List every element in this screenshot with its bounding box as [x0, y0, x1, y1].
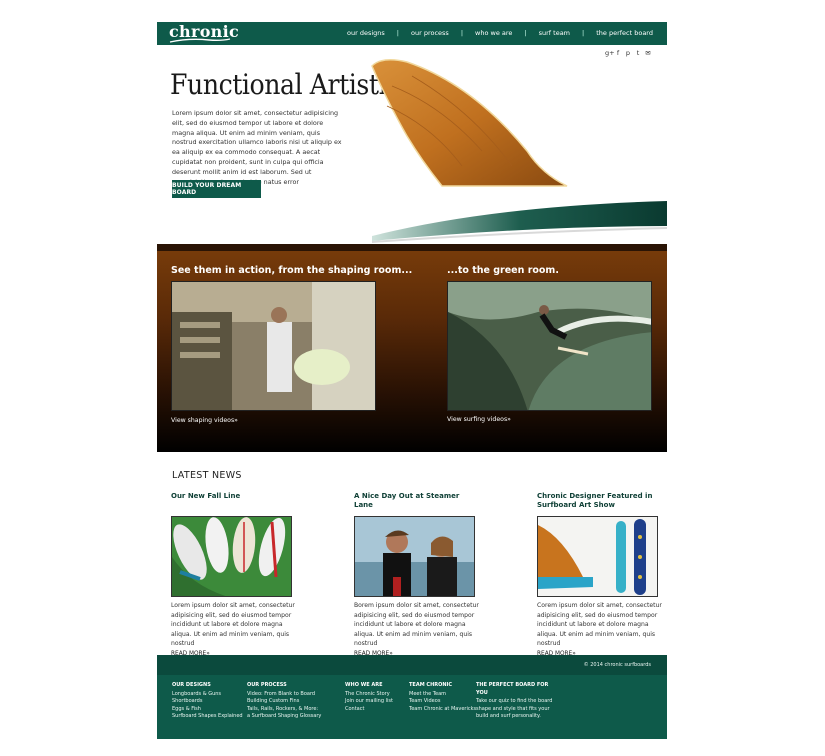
footer-heading: WHO WE ARE	[345, 682, 383, 688]
nav-separator: |	[524, 29, 527, 37]
footer-heading: THE PERFECT BOARD FOR YOU	[476, 682, 549, 696]
site-header: chronic our designs | our process | who …	[157, 22, 667, 45]
news-item: Chronic Designer Featured in Surfboard A…	[537, 492, 662, 657]
footer-link[interactable]: Longboards & Guns	[172, 691, 243, 699]
footer-link[interactable]: Team Chronic at Mavericks	[409, 706, 476, 714]
news-title[interactable]: A Nice Day Out at Steamer Lane	[354, 492, 476, 516]
footer-link[interactable]: Meet the Team	[409, 691, 476, 699]
shaping-room-video-thumbnail[interactable]	[171, 281, 376, 411]
footer-link[interactable]: Team Videos	[409, 698, 476, 706]
news-image[interactable]	[354, 516, 475, 597]
page: chronic our designs | our process | who …	[157, 22, 667, 739]
footer-link[interactable]: Building Custom Fins	[247, 698, 321, 706]
news-title[interactable]: Our New Fall Line	[171, 492, 293, 516]
footer-link[interactable]: The Chronic Story	[345, 691, 393, 699]
copyright-text: © 2014 chronic surfboards	[583, 662, 651, 668]
main-nav: our designs | our process | who we are |…	[347, 29, 653, 37]
shaping-room-heading: See them in action, from the shaping roo…	[171, 265, 413, 276]
footer-link[interactable]: Shortboards	[172, 698, 243, 706]
footer-heading: OUR DESIGNS	[172, 682, 211, 688]
footer-column-who-we-are: WHO WE ARE The Chronic Story Join our ma…	[345, 682, 393, 713]
hero-fin-image	[371, 59, 667, 246]
footer-link[interactable]: Contact	[345, 706, 393, 714]
footer-link[interactable]: Video: From Blank to Board	[247, 691, 321, 699]
surfing-video-thumbnail[interactable]	[447, 281, 652, 411]
footer-top-bar: © 2014 chronic surfboards	[157, 655, 667, 675]
footer-link[interactable]: Tails, Rails, Rockers, & More:	[247, 706, 321, 714]
footer-column-our-process: OUR PROCESS Video: From Blank to Board B…	[247, 682, 321, 721]
footer-link[interactable]: Eggs & Fish	[172, 706, 243, 714]
site-footer: © 2014 chronic surfboards OUR DESIGNS Lo…	[157, 655, 667, 739]
view-shaping-videos-link[interactable]: View shaping videos»	[171, 417, 238, 424]
footer-column-our-designs: OUR DESIGNS Longboards & Guns Shortboard…	[172, 682, 243, 721]
news-item: Our New Fall Line Lorem ipsum dolor sit …	[171, 492, 295, 657]
news-body: Borem ipsum dolor sit amet, consectetur …	[354, 602, 479, 648]
nav-our-designs[interactable]: our designs	[347, 29, 385, 37]
nav-surf-team[interactable]: surf team	[539, 29, 570, 37]
news-body: Corem ipsum dolor sit amet, consectetur …	[537, 602, 662, 648]
logo-swoosh-icon	[169, 38, 231, 43]
footer-link[interactable]: Join our mailing list	[345, 698, 393, 706]
build-dream-board-button[interactable]: BUILD YOUR DREAM BOARD	[172, 180, 261, 198]
news-image[interactable]	[537, 516, 658, 597]
nav-separator: |	[460, 29, 464, 37]
footer-heading: OUR PROCESS	[247, 682, 287, 688]
nav-separator: |	[582, 29, 585, 37]
news-item: A Nice Day Out at Steamer Lane Borem ips…	[354, 492, 479, 657]
nav-who-we-are[interactable]: who we are	[475, 29, 512, 37]
news-image[interactable]	[171, 516, 292, 597]
footer-column-perfect-board: THE PERFECT BOARD FOR YOU Take our quiz …	[476, 682, 556, 721]
hero-body: Lorem ipsum dolor sit amet, consectetur …	[172, 109, 342, 186]
nav-our-process[interactable]: our process	[411, 29, 449, 37]
green-room-heading: ...to the green room.	[447, 265, 559, 276]
footer-heading: TEAM CHRONIC	[409, 682, 453, 688]
nav-separator: |	[396, 29, 399, 37]
footer-link[interactable]: Take our quiz to find the board shape an…	[476, 698, 556, 721]
video-band: See them in action, from the shaping roo…	[157, 244, 667, 452]
nav-the-perfect-board[interactable]: the perfect board	[596, 29, 653, 37]
news-title[interactable]: Chronic Designer Featured in Surfboard A…	[537, 492, 659, 516]
news-body: Lorem ipsum dolor sit amet, consectetur …	[171, 602, 295, 648]
footer-link[interactable]: Surfboard Shapes Explained	[172, 713, 243, 721]
footer-column-team-chronic: TEAM CHRONIC Meet the Team Team Videos T…	[409, 682, 476, 713]
band-divider	[157, 244, 667, 251]
view-surfing-videos-link[interactable]: View surfing videos»	[447, 416, 511, 423]
latest-news-heading: LATEST NEWS	[172, 470, 242, 481]
footer-link[interactable]: a Surfboard Shaping Glossary	[247, 713, 321, 721]
